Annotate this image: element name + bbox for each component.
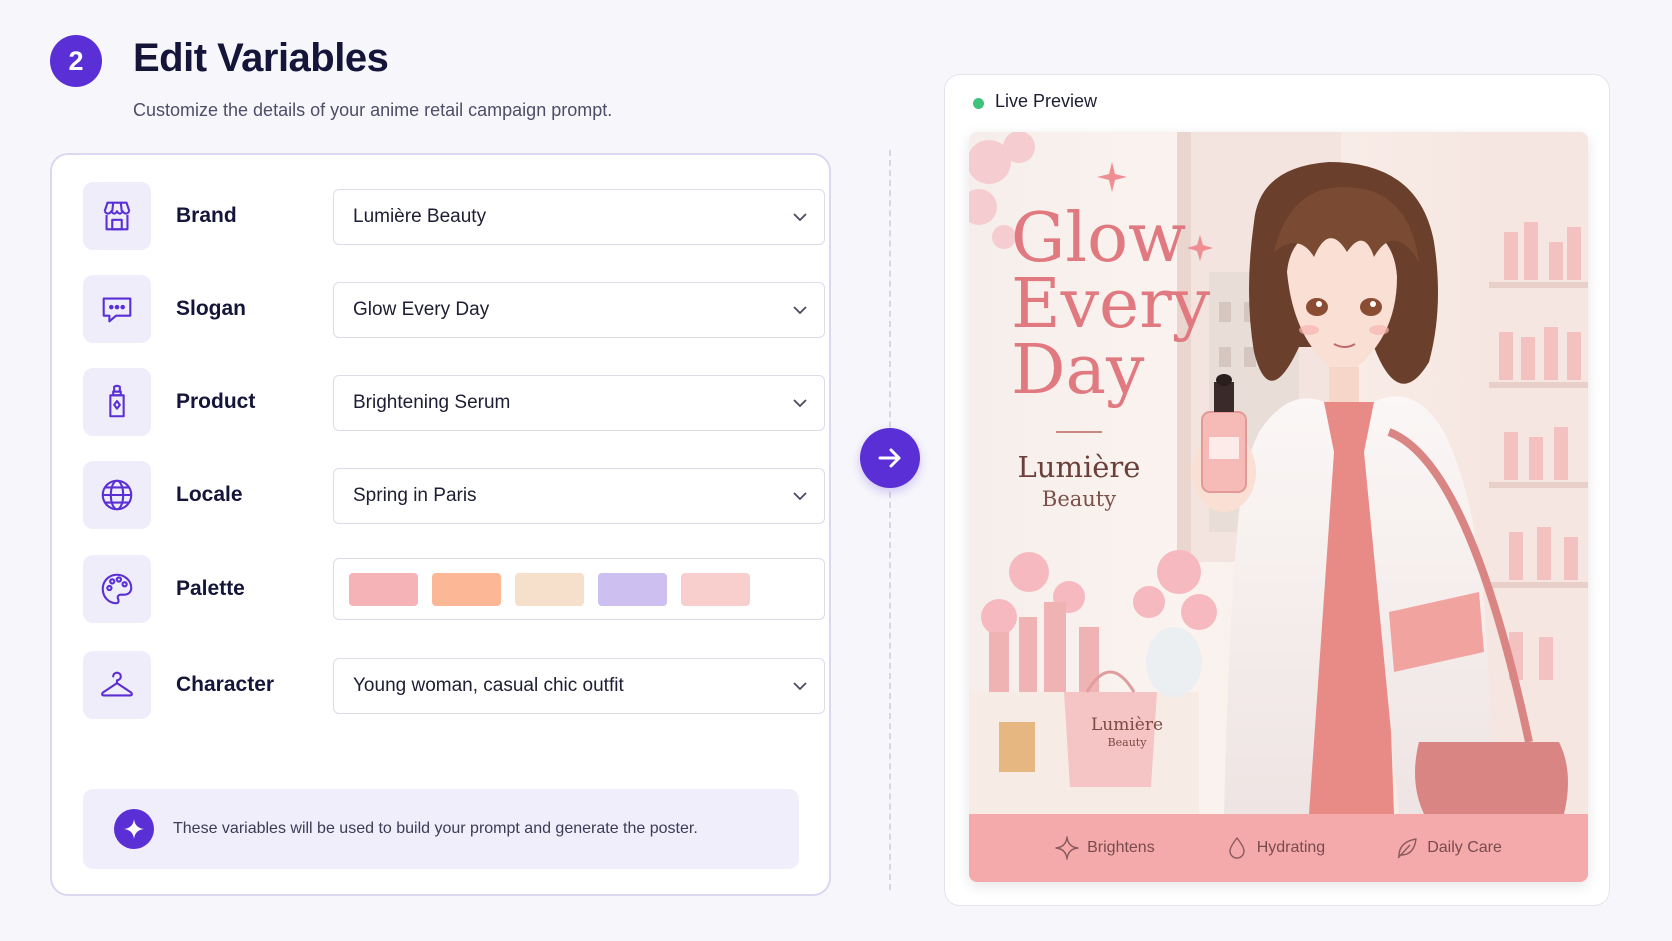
product-label: Product	[176, 390, 256, 413]
palette-icon	[83, 555, 151, 623]
poster-brand: Lumière	[1017, 450, 1141, 484]
live-preview-panel: Live Preview Glow Every Day Lumière Beau…	[944, 74, 1610, 906]
palette-swatch[interactable]	[432, 572, 501, 606]
locale-value: Spring in Paris	[353, 485, 477, 506]
form-row-locale: Locale Spring in Paris	[83, 461, 825, 529]
poster-headline: Glow Every Day	[1011, 199, 1211, 410]
sparkle-icon	[1055, 836, 1079, 860]
character-label: Character	[176, 673, 275, 696]
form-row-palette: Palette	[83, 555, 825, 623]
form-row-slogan: Slogan Glow Every Day	[83, 275, 825, 343]
feature-label: Hydrating	[1256, 839, 1326, 856]
poster-headline-line: Day	[1011, 331, 1145, 410]
poster-divider	[1056, 431, 1102, 433]
live-status-dot	[973, 98, 984, 109]
feature-hydrating: Hydrating	[1225, 836, 1325, 860]
palette-picker	[333, 558, 825, 620]
brand-value: Lumière Beauty	[353, 206, 487, 227]
feature-daily-care: Daily Care	[1395, 836, 1502, 860]
product-select[interactable]: Brightening Serum	[333, 375, 825, 431]
slogan-label: Slogan	[176, 297, 247, 320]
chat-bubble-icon	[83, 275, 151, 343]
page-subtitle: Customize the details of your anime reta…	[133, 100, 613, 120]
form-row-product: Product Brightening Serum	[83, 368, 825, 436]
brand-label: Brand	[176, 204, 237, 227]
slogan-value: Glow Every Day	[353, 299, 490, 320]
droplet-icon	[1229, 837, 1245, 859]
bag-brand-sub: Beauty	[1107, 736, 1147, 749]
character-value: Young woman, casual chic outfit	[353, 675, 624, 696]
character-select[interactable]: Young woman, casual chic outfit	[333, 658, 825, 714]
globe-icon	[83, 461, 151, 529]
chevron-down-icon	[793, 492, 807, 501]
product-value: Brightening Serum	[353, 392, 511, 413]
info-banner: These variables will be used to build yo…	[83, 789, 799, 869]
palette-swatch[interactable]	[349, 572, 418, 606]
poster-headline-line: Every	[1011, 265, 1211, 344]
generate-arrow-button[interactable]	[860, 428, 920, 488]
form-row-brand: Brand Lumière Beauty	[83, 182, 825, 250]
feature-label: Brightens	[1087, 839, 1155, 856]
variables-form: Brand Lumière Beauty Slogan Glow Every D…	[50, 153, 831, 896]
form-row-character: Character Young woman, casual chic outfi…	[83, 651, 825, 719]
poster-headline-line: Glow	[1011, 199, 1187, 278]
poster-brand-sub: Beauty	[1041, 487, 1117, 511]
locale-select[interactable]: Spring in Paris	[333, 468, 825, 524]
arrow-right-icon	[878, 448, 901, 468]
palette-swatch[interactable]	[515, 572, 584, 606]
page-title: Edit Variables	[133, 36, 389, 80]
palette-label: Palette	[176, 577, 245, 600]
slogan-select[interactable]: Glow Every Day	[333, 282, 825, 338]
bag-brand: Lumière	[1090, 715, 1164, 735]
locale-label: Locale	[176, 483, 243, 506]
feature-brightens: Brightens	[1055, 836, 1155, 860]
poster-feature-bar: Brightens Hydrating Daily Care	[969, 814, 1588, 882]
storefront-icon	[83, 182, 151, 250]
chevron-down-icon	[793, 213, 807, 222]
sparkle-icon	[114, 809, 154, 849]
brand-select[interactable]: Lumière Beauty	[333, 189, 825, 245]
serum-bottle-icon	[83, 368, 151, 436]
poster-image: Glow Every Day Lumière Beauty Lumière Be…	[969, 132, 1588, 882]
info-text: These variables will be used to build yo…	[173, 820, 698, 837]
palette-swatch[interactable]	[598, 572, 667, 606]
live-preview-label: Live Preview	[995, 91, 1098, 111]
step-badge: 2	[50, 35, 102, 87]
palette-swatch[interactable]	[681, 572, 750, 606]
chevron-down-icon	[793, 682, 807, 691]
hanger-icon	[83, 651, 151, 719]
divider	[889, 150, 891, 890]
leaf-icon	[1397, 838, 1417, 859]
chevron-down-icon	[793, 399, 807, 408]
chevron-down-icon	[793, 306, 807, 315]
feature-label: Daily Care	[1427, 839, 1502, 856]
